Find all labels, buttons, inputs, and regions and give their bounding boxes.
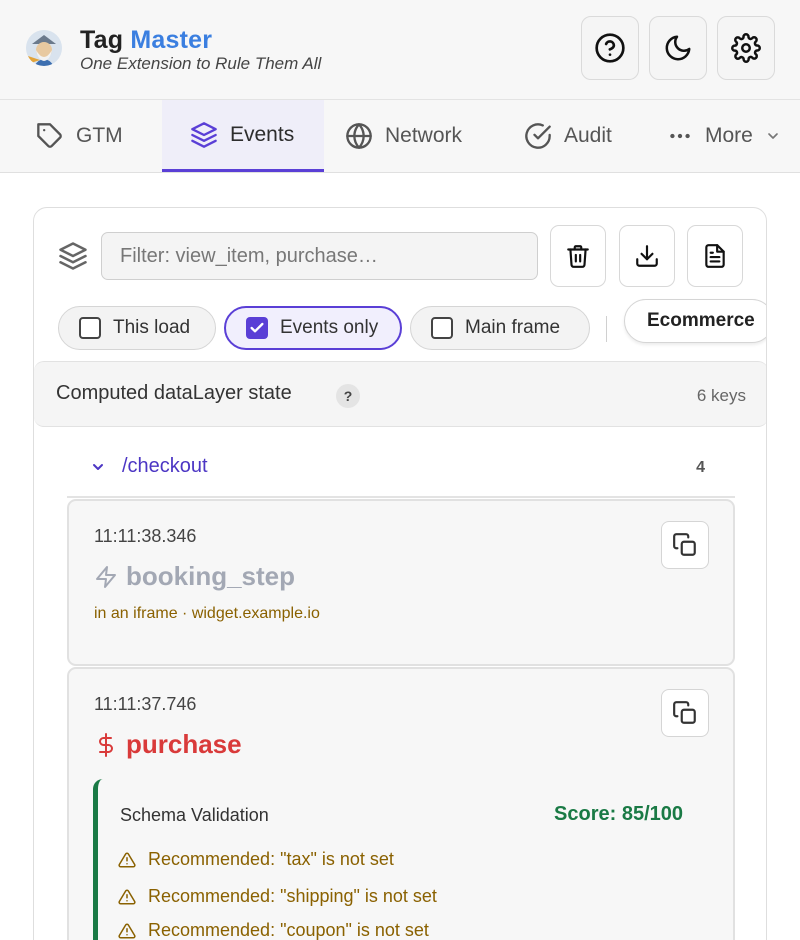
event-frame-info: in an iframe · widget.example.io <box>94 605 320 622</box>
gear-icon <box>731 33 761 63</box>
copy-event-button[interactable] <box>661 521 709 569</box>
tab-more-label: More <box>705 124 753 147</box>
dots-icon <box>670 133 690 139</box>
chip-events-only[interactable]: Events only <box>224 306 402 350</box>
tab-gtm[interactable]: GTM <box>36 100 123 172</box>
events-panel: This load Events only Main frame Ecommer… <box>33 207 767 940</box>
warning-icon <box>118 888 136 904</box>
computed-state-bar[interactable]: Computed dataLayer state ? 6 keys <box>34 361 766 427</box>
tab-audit-label: Audit <box>564 124 612 147</box>
warning-icon <box>118 922 136 938</box>
event-name: purchase <box>126 729 242 759</box>
lightning-icon <box>96 565 116 588</box>
schema-warning-text: Recommended: "shipping" is not set <box>148 886 437 906</box>
tab-events[interactable]: Events <box>162 100 324 172</box>
schema-warning: Recommended: "tax" is not set <box>118 849 394 870</box>
report-button[interactable] <box>687 225 743 287</box>
layers-icon <box>59 242 87 270</box>
checkbox-checked[interactable] <box>246 317 268 339</box>
app-title-main: Tag <box>80 26 124 54</box>
app-header: Tag Master One Extension to Rule Them Al… <box>0 0 800 100</box>
help-button[interactable] <box>581 16 639 80</box>
copy-event-button[interactable] <box>661 689 709 737</box>
tab-events-label: Events <box>230 122 295 146</box>
tab-network-label: Network <box>385 124 463 147</box>
tag-icon <box>37 123 62 148</box>
theme-toggle-button[interactable] <box>649 16 707 80</box>
checkbox-unchecked[interactable] <box>431 317 453 339</box>
document-icon <box>705 244 725 268</box>
schema-warning-text: Recommended: "coupon" is not set <box>148 920 429 940</box>
tab-bar: GTM Events Network Audit More <box>0 100 800 173</box>
tab-network[interactable]: Network <box>345 100 462 172</box>
chevron-down-icon <box>93 464 103 470</box>
globe-icon <box>346 123 372 149</box>
schema-validation-title: Schema Validation <box>120 805 269 825</box>
schema-warning: Recommended: "shipping" is not set <box>118 886 437 907</box>
event-timestamp: 11:11:38.346 <box>94 526 197 546</box>
app-subtitle: One Extension to Rule Them All <box>80 54 322 73</box>
computed-state-key-count: 6 keys <box>696 386 746 405</box>
chip-divider <box>606 316 607 342</box>
event-card[interactable]: 11:11:37.746 purchase Schema Validation … <box>67 667 735 940</box>
check-circle-icon <box>525 123 551 149</box>
event-name-row: purchase <box>94 729 242 760</box>
group-divider <box>67 496 735 498</box>
schema-validation-panel: Schema Validation Score: 85/100 Recommen… <box>93 779 713 940</box>
trash-icon <box>567 245 589 268</box>
app-title: Tag Master <box>80 26 212 55</box>
check-icon <box>250 322 264 333</box>
event-name-row: booking_step <box>94 561 295 592</box>
help-icon[interactable]: ? <box>336 384 360 408</box>
schema-score: Score: 85/100 <box>554 803 683 825</box>
filter-input[interactable] <box>101 232 538 280</box>
event-group-path: /checkout <box>122 455 208 477</box>
app-logo <box>26 30 62 66</box>
event-group-header[interactable]: /checkout 4 <box>34 434 766 496</box>
chip-ecommerce[interactable]: Ecommerce <box>624 299 766 343</box>
chip-main-frame[interactable]: Main frame <box>410 306 590 350</box>
app-title-accent: Master <box>130 26 213 54</box>
tab-audit[interactable]: Audit <box>524 100 612 172</box>
schema-warning-text: Recommended: "tax" is not set <box>148 849 394 869</box>
checkbox-unchecked[interactable] <box>79 317 101 339</box>
schema-warning: Recommended: "coupon" is not set <box>118 920 429 940</box>
event-card[interactable]: 11:11:38.346 booking_step in an iframe ·… <box>67 499 735 666</box>
moon-icon <box>665 35 691 61</box>
export-button[interactable] <box>619 225 675 287</box>
chip-this-load[interactable]: This load <box>58 306 216 350</box>
chip-events-only-label: Events only <box>280 317 379 338</box>
copy-icon <box>673 701 696 724</box>
clear-events-button[interactable] <box>550 225 606 287</box>
computed-state-title: Computed dataLayer state <box>56 382 292 404</box>
chip-ecommerce-label: Ecommerce <box>647 310 755 331</box>
chip-main-frame-label: Main frame <box>465 317 561 338</box>
tab-more[interactable]: More <box>667 100 781 172</box>
layers-icon <box>191 121 217 148</box>
event-group-count: 4 <box>696 459 705 476</box>
chip-this-load-label: This load <box>113 317 191 338</box>
event-timestamp: 11:11:37.746 <box>94 694 197 714</box>
dollar-icon <box>99 732 113 757</box>
warning-icon <box>118 851 136 867</box>
copy-icon <box>673 533 696 556</box>
chevron-down-icon <box>768 133 778 139</box>
event-name: booking_step <box>126 561 296 591</box>
settings-button[interactable] <box>717 16 775 80</box>
help-circle-icon <box>595 33 625 63</box>
download-icon <box>636 245 658 267</box>
tab-gtm-label: GTM <box>76 124 123 147</box>
